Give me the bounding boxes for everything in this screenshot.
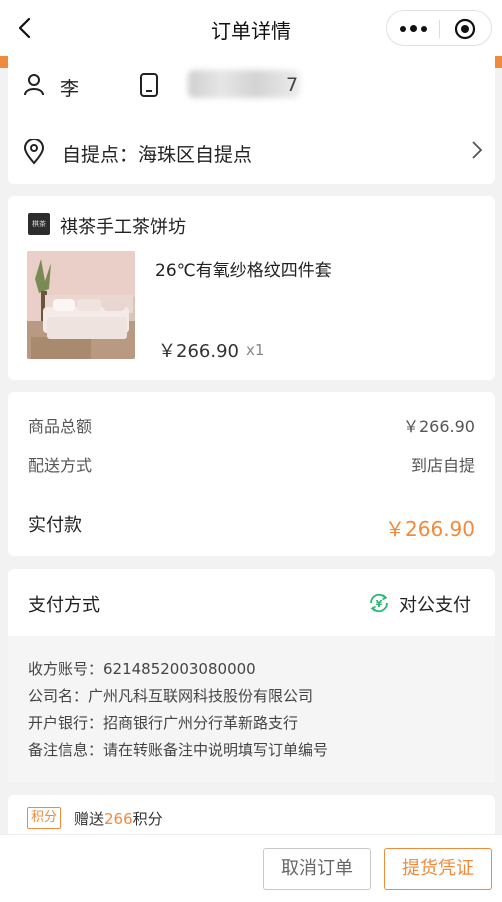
paid-label: 实付款 — [28, 515, 82, 536]
points-badge: 积分 — [27, 807, 61, 829]
points-text: 赠送266积分 — [74, 808, 163, 829]
delivery-value: 到店自提 — [410, 456, 475, 475]
points-prefix: 赠送 — [74, 810, 105, 828]
phone-icon — [140, 73, 158, 97]
location-pin-icon — [23, 139, 45, 165]
order-summary-card: 商品总额 ￥266.90 配送方式 到店自提 实付款 ￥266.90 — [8, 392, 495, 556]
pickup-info-card: 李 7 自提点：海珠区自提点 — [8, 56, 495, 184]
contact-name: 李 — [60, 78, 80, 100]
svg-text:¥: ¥ — [376, 599, 383, 610]
capsule-divider — [439, 20, 440, 38]
bedroom-photo — [27, 251, 135, 359]
phone-number-blurred — [188, 70, 300, 98]
company-name: 公司名：广州凡科互联网科技股份有限公司 — [28, 687, 314, 705]
points-amount: 266 — [104, 810, 133, 828]
nav-bar: 订单详情 — [0, 0, 502, 56]
payment-method: 对公支付 — [399, 595, 471, 616]
target-icon[interactable] — [454, 18, 476, 40]
product-image[interactable] — [27, 251, 135, 359]
payment-label: 支付方式 — [28, 595, 100, 616]
product-quantity: x1 — [246, 341, 265, 359]
yuan-refresh-icon: ¥ — [370, 593, 388, 613]
shop-name[interactable]: 祺茶手工茶饼坊 — [60, 213, 186, 239]
pickup-voucher-button[interactable]: 提货凭证 — [384, 848, 492, 890]
payee-account: 收方账号：6214852003080000 — [28, 660, 256, 678]
cancel-order-button[interactable]: 取消订单 — [263, 848, 371, 890]
more-dots-icon[interactable] — [387, 11, 439, 45]
goods-total-value: ￥266.90 — [403, 417, 475, 436]
product-title[interactable]: 26℃有氧纱格纹四件套 — [155, 256, 332, 281]
user-icon — [24, 74, 44, 96]
payment-card: 支付方式 ¥ 对公支付 收方账号：6214852003080000 公司名：广州… — [8, 569, 495, 783]
mini-program-capsule — [386, 10, 492, 46]
goods-total-row: 商品总额 ￥266.90 — [28, 413, 475, 437]
delivery-row: 配送方式 到店自提 — [28, 452, 475, 476]
bank-name: 开户银行：招商银行广州分行革新路支行 — [28, 714, 299, 732]
remark-info: 备注信息：请在转账备注中说明填写订单编号 — [28, 741, 329, 759]
order-item-card: 棋茶 祺茶手工茶饼坊 26℃有氧纱格纹四件套 ￥266.90 x1 — [8, 196, 495, 380]
paid-value: ￥266.90 — [385, 517, 475, 541]
chevron-right-icon[interactable] — [469, 138, 485, 162]
delivery-label: 配送方式 — [28, 456, 93, 475]
payment-method-row: 支付方式 ¥ 对公支付 — [8, 569, 495, 636]
bottom-action-bar: 取消订单 提货凭证 — [0, 834, 502, 902]
pickup-point[interactable]: 自提点：海珠区自提点 — [62, 140, 252, 167]
goods-total-label: 商品总额 — [28, 417, 93, 436]
phone-number-tail: 7 — [286, 74, 299, 96]
product-price: ￥266.90 — [158, 341, 239, 362]
points-suffix: 积分 — [132, 810, 163, 828]
shop-logo: 棋茶 — [28, 213, 50, 235]
